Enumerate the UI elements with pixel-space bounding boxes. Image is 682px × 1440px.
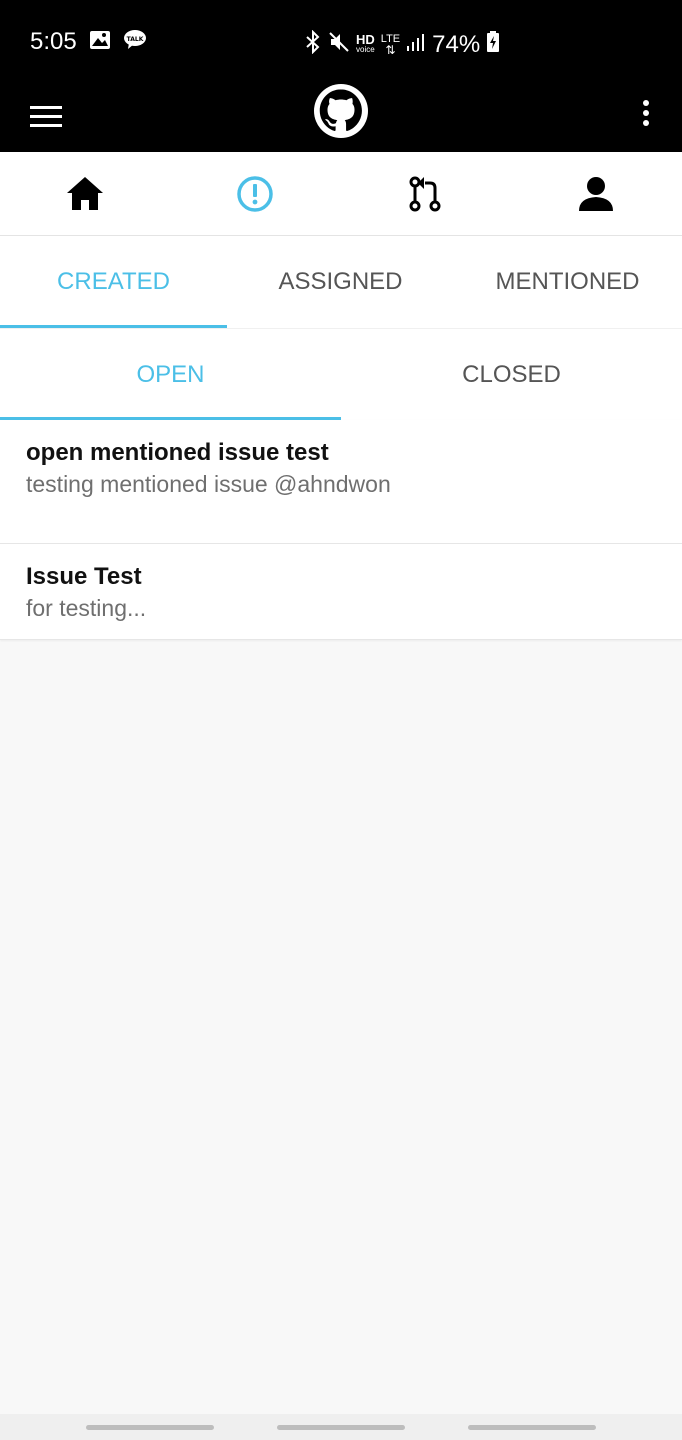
hd-voice-icon: HD voice bbox=[356, 31, 375, 55]
gesture-hint-left[interactable] bbox=[86, 1425, 214, 1430]
battery-percent: 74% bbox=[432, 30, 481, 58]
status-left: 5:05 TALK bbox=[30, 28, 147, 56]
tab-created[interactable]: CREATED bbox=[0, 236, 227, 328]
tab-created-label: CREATED bbox=[57, 268, 170, 295]
tab-closed-label: CLOSED bbox=[462, 361, 561, 388]
tab-mentioned-label: MENTIONED bbox=[495, 268, 640, 295]
status-bar: 5:05 TALK HD voice LTE ⇅ 74% bbox=[0, 0, 682, 84]
tab-closed[interactable]: CLOSED bbox=[341, 329, 682, 421]
app-bar bbox=[0, 84, 682, 152]
talk-label: TALK bbox=[126, 36, 143, 43]
issue-body: for testing... bbox=[26, 595, 147, 621]
github-logo bbox=[314, 84, 368, 138]
tab-assigned-label: ASSIGNED bbox=[278, 268, 403, 295]
profile-icon[interactable] bbox=[576, 174, 616, 214]
mute-icon bbox=[328, 31, 350, 58]
voice-label: voice bbox=[356, 44, 375, 54]
home-icon[interactable] bbox=[65, 174, 105, 214]
issue-item[interactable]: open mentioned issue test testing mentio… bbox=[0, 420, 682, 544]
tab-assigned[interactable]: ASSIGNED bbox=[227, 236, 454, 328]
issue-list: open mentioned issue test testing mentio… bbox=[0, 420, 682, 640]
tab-open-label: OPEN bbox=[136, 361, 205, 388]
status-right-icons: HD voice LTE ⇅ 74% bbox=[304, 29, 500, 59]
primary-tabs: CREATED ASSIGNED MENTIONED bbox=[0, 236, 682, 328]
issue-item[interactable]: Issue Test for testing... bbox=[0, 544, 682, 640]
issue-title: open mentioned issue test bbox=[26, 439, 329, 466]
secondary-tabs: OPEN CLOSED bbox=[0, 328, 682, 421]
gesture-hint-right[interactable] bbox=[468, 1425, 596, 1430]
data-arrows-icon: ⇅ bbox=[385, 42, 396, 57]
gesture-hint-center[interactable] bbox=[277, 1425, 405, 1430]
issue-title: Issue Test bbox=[26, 563, 142, 590]
talk-notification-icon: TALK bbox=[123, 29, 147, 56]
hamburger-icon[interactable] bbox=[30, 100, 64, 136]
tab-open[interactable]: OPEN bbox=[0, 329, 341, 421]
gallery-notification-icon bbox=[89, 30, 111, 55]
issue-body: testing mentioned issue @ahndwon bbox=[26, 471, 391, 497]
pull-request-icon[interactable] bbox=[406, 174, 446, 214]
bluetooth-icon bbox=[304, 29, 322, 59]
signal-icon bbox=[406, 32, 426, 57]
gesture-navigation-bar bbox=[0, 1414, 682, 1440]
top-nav bbox=[0, 152, 682, 236]
tab-mentioned[interactable]: MENTIONED bbox=[454, 236, 681, 328]
more-vertical-icon[interactable] bbox=[638, 96, 654, 136]
battery-icon bbox=[486, 31, 500, 58]
issue-icon[interactable] bbox=[235, 174, 275, 214]
status-time: 5:05 bbox=[30, 28, 77, 55]
hd-label: HD bbox=[356, 31, 375, 47]
lte-icon: LTE ⇅ bbox=[381, 33, 400, 57]
